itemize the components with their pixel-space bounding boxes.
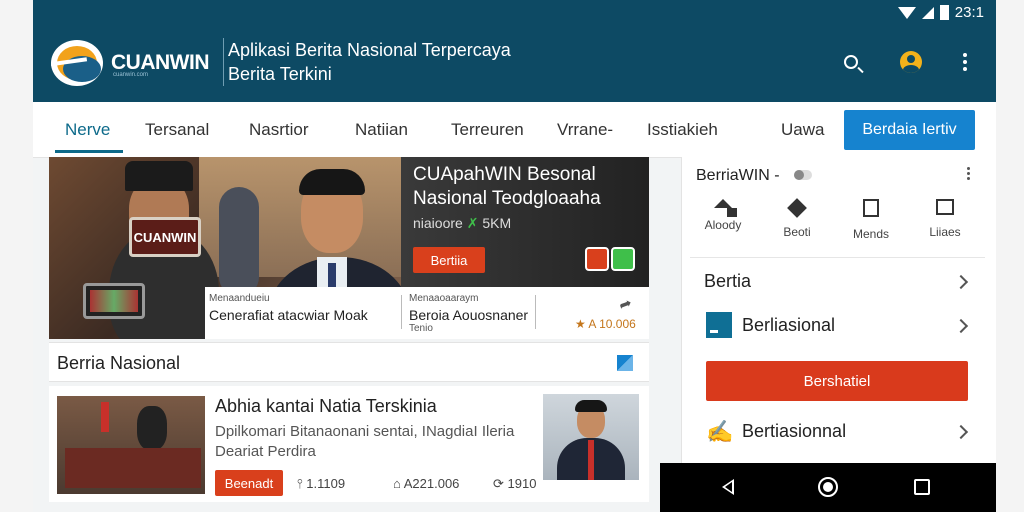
sidebar-row-nasional[interactable]: Berliasional [742, 315, 835, 336]
sidebar-more-button[interactable] [967, 167, 970, 180]
section-flag-icon[interactable] [617, 355, 633, 371]
sidebar-row-berita[interactable]: Bertia [704, 271, 751, 292]
app-header: 23:1 CUANWIN cuanwin.com Aplikasi Berita… [33, 0, 996, 102]
article-thumbnail [57, 396, 205, 494]
bookmark-icon[interactable] [585, 247, 609, 271]
system-nav-bar [660, 463, 996, 512]
active-tab-indicator [55, 150, 123, 153]
article-author-photo [543, 394, 639, 480]
account-button[interactable] [897, 48, 925, 76]
brand-logo[interactable]: CUANWIN [51, 40, 209, 86]
more-vertical-icon [963, 53, 967, 57]
hero-meta: niaioore ✗ 5KM [413, 215, 512, 231]
more-vertical-icon [967, 167, 970, 170]
home-icon [714, 199, 737, 217]
chevron-right-icon [953, 318, 969, 334]
logo-mark-icon [51, 40, 103, 86]
sidebar-panel: BerriaWIN - Aloody Beoti Mends Liiaes Be… [681, 157, 996, 463]
tabs-cta-button[interactable]: Berdaia Iertiv [844, 110, 975, 150]
article-shares: ⟳ 1910 [493, 476, 537, 491]
tab-1[interactable]: Tersanal [145, 120, 209, 140]
quick-action-lines[interactable]: Liiaes [910, 199, 980, 239]
hero-overlay: CUApahWIN Besonal Nasional Teodgloaaha n… [401, 157, 649, 287]
hero-related-strip: Menaandueiu Cenerafiat atacwiar Moak Men… [205, 287, 649, 339]
recent-apps-icon[interactable] [914, 479, 930, 495]
article-summary: Dpilkomari Bitanaonani sentai, INagdiaI … [215, 423, 515, 460]
article-title[interactable]: Abhia kantai Natia Terskinia [215, 396, 437, 417]
wifi-icon [897, 6, 916, 19]
hero-rating: ★ A 10.006 [575, 317, 636, 331]
section-title: Berria Nasional [57, 353, 181, 373]
hero-headline-2: Nasional Teodgloaaha [413, 188, 601, 209]
back-icon[interactable] [722, 479, 734, 495]
app-window: 23:1 CUANWIN cuanwin.com Aplikasi Berita… [33, 0, 996, 512]
sidebar-toggle[interactable] [794, 170, 812, 180]
article-card[interactable]: Abhia kantai Natia Terskinia Dpilkomari … [49, 386, 649, 502]
left-gutter [0, 0, 33, 512]
hero-headline-1: CUApahWIN Besonal [413, 164, 596, 185]
image-icon [936, 199, 954, 215]
title-line-1: Aplikasi Berita Nasional Terpercaya [228, 40, 511, 60]
page-title: Aplikasi Berita Nasional Terpercaya Beri… [223, 38, 511, 86]
hero-sign: CUANWIN [129, 217, 201, 257]
sidebar-divider [690, 257, 985, 258]
signal-icon [921, 6, 934, 19]
document-icon [863, 199, 879, 217]
favorite-icon [787, 198, 807, 218]
brand-tagline: cuanwin.com [113, 72, 149, 78]
page: 23:1 CUANWIN cuanwin.com Aplikasi Berita… [0, 0, 1024, 512]
quick-action-favorite[interactable]: Beoti [762, 198, 832, 239]
quick-action-home[interactable]: Aloody [688, 199, 758, 232]
chevron-right-icon [953, 424, 969, 440]
related-item-2[interactable]: Menaaoaaraym Beroia Aouosnaner Tenio [409, 293, 528, 334]
title-line-2: Berita Terkini [228, 64, 332, 84]
tab-6[interactable]: Isstiakieh [647, 120, 718, 140]
status-time: 23:1 [954, 4, 984, 21]
news-icon [706, 312, 732, 338]
tab-7[interactable]: Uawa [781, 120, 824, 140]
battery-icon [939, 5, 949, 20]
tab-4[interactable]: Terreuren [451, 120, 524, 140]
tab-2[interactable]: Nasrtior [249, 120, 309, 140]
article-views: ⫯ 1.1109 [297, 476, 346, 491]
quick-action-media[interactable]: Mends [836, 199, 906, 241]
section-header: Berria Nasional [49, 342, 649, 382]
chevron-right-icon [953, 274, 969, 290]
category-tabs: Nerve Tersanal Nasrtior Natiian Terreure… [33, 102, 996, 158]
tab-0[interactable]: Nerve [65, 120, 110, 140]
article-read-button[interactable]: Beenadt [215, 470, 283, 496]
tab-3[interactable]: Natiian [355, 120, 408, 140]
forward-icon[interactable]: ➦ [616, 293, 635, 314]
signature-icon: ✍ [706, 419, 734, 444]
sidebar-red-button[interactable]: Bershatiel [706, 361, 968, 401]
home-button-icon[interactable] [818, 477, 838, 497]
more-menu-button[interactable] [951, 48, 979, 76]
tab-5[interactable]: Vrrane- [557, 120, 613, 140]
search-icon [844, 55, 858, 69]
search-button[interactable] [837, 48, 865, 76]
sidebar-title: BerriaWIN - [696, 167, 780, 184]
status-bar: 23:1 [897, 4, 984, 21]
sidebar-row-nasionnal[interactable]: Bertiasionnal [742, 421, 846, 442]
user-avatar-icon [900, 51, 922, 73]
hero-read-button[interactable]: Bertiia [413, 247, 485, 273]
right-gutter [996, 0, 1024, 512]
related-item-1[interactable]: Menaandueiu Cenerafiat atacwiar Moak [209, 293, 368, 323]
share-icon[interactable] [611, 247, 635, 271]
hero-card[interactable]: CUANWIN CUApahWIN Besonal Nasional Teodg… [49, 157, 649, 339]
article-likes: ⌂ A221.006 [393, 476, 460, 491]
phone-image [83, 283, 145, 319]
